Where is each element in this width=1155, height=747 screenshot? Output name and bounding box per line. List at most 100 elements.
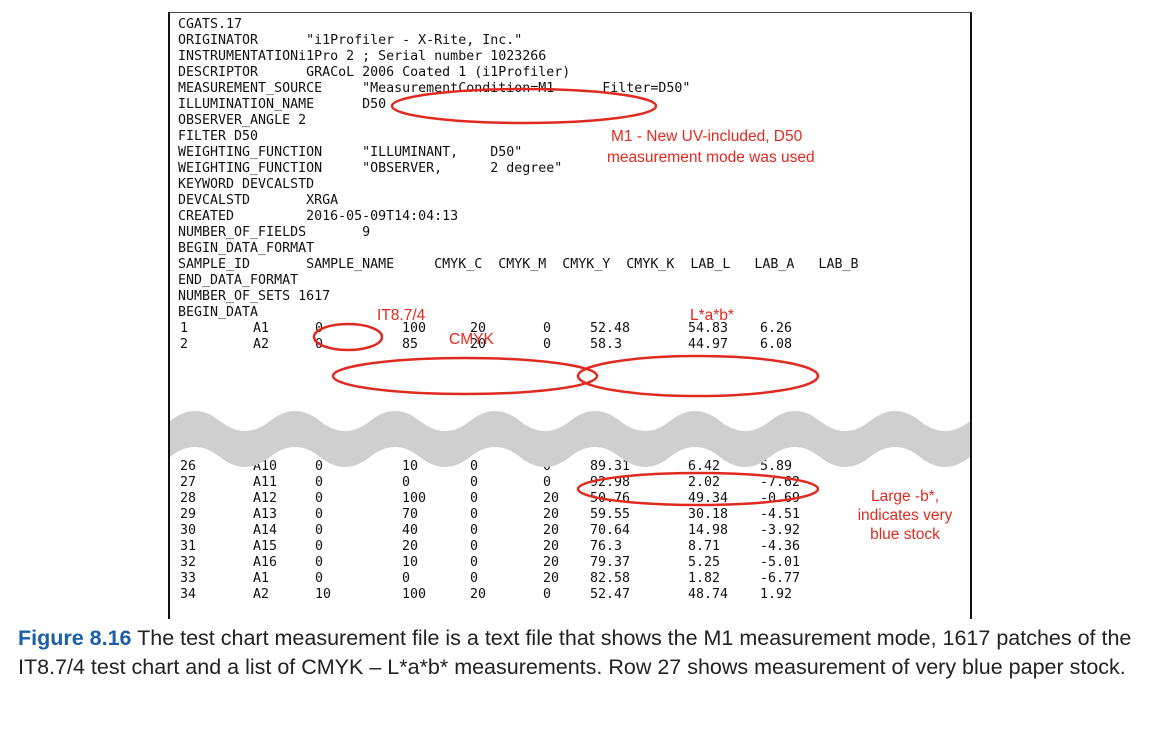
data-cell: 29: [180, 507, 197, 522]
header-line: NUMBER_OF_SETS 1617: [178, 289, 331, 304]
annotation-large-b-line3: blue stock: [870, 526, 940, 543]
data-cell: 70: [402, 507, 419, 522]
data-cell: 59.55: [590, 507, 631, 522]
data-cell: 20: [543, 555, 560, 570]
data-cell: 20: [543, 523, 560, 538]
data-cell: -4.51: [760, 507, 801, 522]
header-line: CGATS.17: [178, 17, 243, 32]
data-cell: 58.3: [590, 337, 623, 352]
data-cell: 6.26: [760, 321, 793, 336]
header-line: BEGIN_DATA: [178, 305, 259, 320]
data-cell: -5.01: [760, 555, 801, 570]
header-line: OBSERVER_ANGLE 2: [178, 113, 307, 128]
data-cell: 1: [180, 321, 189, 336]
data-cell: 0: [470, 491, 479, 506]
data-cell: 32: [180, 555, 197, 570]
header-line: INSTRUMENTATIONi1Pro 2 ; Serial number 1…: [178, 49, 547, 64]
data-cell: A2: [253, 337, 270, 352]
data-cell: 0: [315, 507, 324, 522]
data-cell: 31: [180, 539, 197, 554]
header-line: DESCRIPTOR GRACoL 2006 Coated 1 (i1Profi…: [178, 65, 571, 80]
data-cell: 10: [315, 587, 332, 602]
data-cell: 44.97: [688, 337, 729, 352]
lab-ellipse: [576, 354, 820, 398]
data-cell: 0: [315, 555, 324, 570]
header-line: SAMPLE_ID SAMPLE_NAME CMYK_C CMYK_M CMYK…: [178, 257, 859, 272]
data-cell: A12: [253, 491, 278, 506]
data-cell: 50.76: [590, 491, 631, 506]
data-cell: 0: [470, 571, 479, 586]
data-cell: 20: [543, 507, 560, 522]
annotation-lab: L*a*b*: [690, 307, 734, 324]
data-cell: 30.18: [688, 507, 729, 522]
data-cell: 0: [470, 507, 479, 522]
annotation-m1-line2: measurement mode was used: [607, 149, 815, 166]
data-cell: 0: [470, 555, 479, 570]
data-cell: 76.3: [590, 539, 623, 554]
data-cell: 2: [180, 337, 189, 352]
data-cell: 0: [315, 539, 324, 554]
header-line: FILTER D50: [178, 129, 259, 144]
data-cell: 0: [470, 539, 479, 554]
data-cell: 0: [543, 321, 552, 336]
data-cell: 30: [180, 523, 197, 538]
data-cell: 0: [315, 523, 324, 538]
data-cell: -0.69: [760, 491, 801, 506]
data-cell: 0: [315, 571, 324, 586]
annotation-large-b-line2: indicates very: [857, 507, 953, 524]
data-cell: 20: [543, 539, 560, 554]
data-cell: A1: [253, 571, 270, 586]
data-cell: 48.74: [688, 587, 729, 602]
data-cell: 20: [543, 571, 560, 586]
data-cell: 40: [402, 523, 419, 538]
figure-caption: Figure 8.16 The test chart measurement f…: [18, 624, 1138, 682]
data-cell: 0: [315, 491, 324, 506]
data-cell: -3.92: [760, 523, 801, 538]
data-cell: 82.58: [590, 571, 631, 586]
header-line: ILLUMINATION_NAME D50: [178, 97, 387, 112]
data-cell: 100: [402, 491, 427, 506]
data-cell: 5.25: [688, 555, 721, 570]
data-cell: A2: [253, 587, 270, 602]
data-cell: 85: [402, 337, 419, 352]
cmyk-ellipse: [331, 356, 599, 396]
data-cell: 8.71: [688, 539, 721, 554]
data-cell: -6.77: [760, 571, 801, 586]
data-cell: 20: [402, 539, 419, 554]
header-line: END_DATA_FORMAT: [178, 273, 299, 288]
data-cell: 70.64: [590, 523, 631, 538]
data-cell: 6.08: [760, 337, 793, 352]
annotation-it8: IT8.7/4: [377, 307, 426, 324]
sets-count-ellipse: [312, 322, 384, 352]
data-cell: 52.47: [590, 587, 631, 602]
header-line: MEASUREMENT_SOURCE "MeasurementCondition…: [178, 81, 691, 96]
data-cell: -4.36: [760, 539, 801, 554]
data-cell: 20: [470, 587, 487, 602]
data-cell: 0: [402, 571, 411, 586]
header-line: KEYWORD DEVCALSTD: [178, 177, 315, 192]
annotation-large-b-line1: Large -b*,: [870, 488, 940, 505]
data-cell: A16: [253, 555, 278, 570]
annotation-large-b: Large -b*, indicates very blue stock: [850, 487, 960, 544]
data-cell: 20: [543, 491, 560, 506]
wave-break-band: [170, 411, 970, 467]
data-cell: 100: [402, 587, 427, 602]
data-cell: A14: [253, 523, 278, 538]
data-cell: 49.34: [688, 491, 729, 506]
header-line: CREATED 2016-05-09T14:04:13: [178, 209, 459, 224]
data-cell: 33: [180, 571, 197, 586]
header-line: BEGIN_DATA_FORMAT: [178, 241, 315, 256]
caption-text: The test chart measurement file is a tex…: [18, 626, 1132, 679]
annotation-m1-line1: M1 - New UV-included, D50: [611, 128, 803, 145]
header-line: WEIGHTING_FUNCTION "OBSERVER, 2 degree": [178, 161, 563, 176]
measurement-file-screenshot: CGATS.17 ORIGINATOR "i1Profiler - X-Rite,…: [168, 12, 972, 619]
data-cell: 79.37: [590, 555, 631, 570]
header-line: WEIGHTING_FUNCTION "ILLUMINANT, D50": [178, 145, 523, 160]
header-line: DEVCALSTD XRGA: [178, 193, 339, 208]
data-cell: 0: [543, 337, 552, 352]
data-cell: 28: [180, 491, 197, 506]
data-cell: 1.82: [688, 571, 721, 586]
annotation-cmyk: CMYK: [449, 331, 494, 348]
header-line: NUMBER_OF_FIELDS 9: [178, 225, 371, 240]
data-cell: 0: [315, 337, 324, 352]
